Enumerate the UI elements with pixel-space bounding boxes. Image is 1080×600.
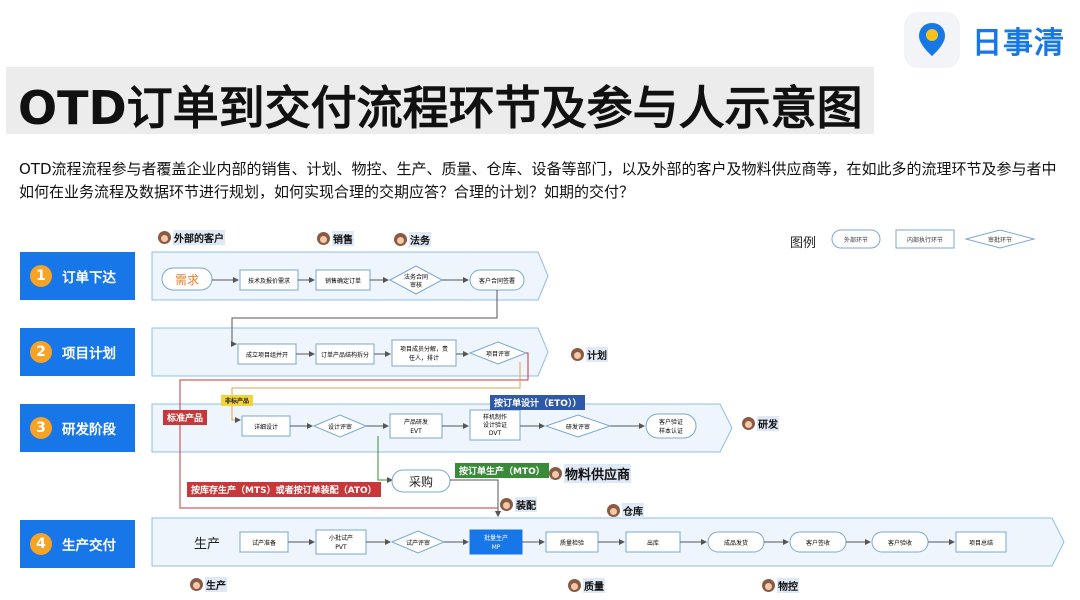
node-trial-review-label: 试产评审 xyxy=(406,539,430,547)
participant-legal: 法务 xyxy=(394,232,431,247)
node-evt-label-2: EVT xyxy=(410,428,422,435)
node-mass-production-label-2: MP xyxy=(492,544,501,551)
node-design-review-label: 设计评审 xyxy=(328,423,352,431)
participant-warehouse: 仓库 xyxy=(607,503,644,518)
legend-internal-label: 内部执行环节 xyxy=(907,236,943,244)
node-rd-review-label: 研发评审 xyxy=(566,423,590,431)
node-project-review-label: 项目评审 xyxy=(486,350,510,358)
avatar-icon xyxy=(500,498,513,511)
node-summary-label: 项目总结 xyxy=(969,539,993,547)
participant-quality: 质量 xyxy=(568,578,605,593)
node-member-assign-label: 项目成员分解，责 xyxy=(400,345,448,353)
avatar-icon xyxy=(394,233,407,246)
node-member-assign xyxy=(391,339,457,367)
node-legal-review-label-2: 审核 xyxy=(410,281,422,289)
node-shipping-label: 成品发货 xyxy=(724,539,748,547)
avatar-icon xyxy=(158,231,171,244)
node-mass-production-label: 批量生产 xyxy=(484,534,508,542)
node-receipt-label: 客户签收 xyxy=(806,539,830,547)
node-contract-sign-label: 客户合同签署 xyxy=(479,277,515,285)
node-member-assign-label-2: 任人，排计 xyxy=(409,354,439,362)
avatar-icon xyxy=(317,232,330,245)
tag-nonstandard: 非标产品 xyxy=(221,395,254,406)
node-dvt-label-2: 设计验证 xyxy=(483,421,507,429)
participant-rd: 研发 xyxy=(742,416,779,431)
avatar-icon xyxy=(742,417,755,430)
node-outbound-label: 出库 xyxy=(647,539,659,547)
tag-mto: 按订单生产（MTO） xyxy=(455,463,549,478)
stage4-production-label: 生产 xyxy=(194,537,220,552)
node-pvt-label: 小批试产 xyxy=(329,534,353,542)
participant-planning: 计划 xyxy=(571,347,608,362)
participant-supplier: 物料供应商 xyxy=(549,464,632,483)
participant-customer: 外部的客户 xyxy=(158,230,225,245)
node-purchase-label: 采购 xyxy=(409,474,433,489)
node-customer-verify-label: 客户验证 xyxy=(659,418,683,426)
node-pvt-label-2: PVT xyxy=(335,544,347,551)
avatar-icon xyxy=(607,504,620,517)
node-sales-confirm-label: 销售确定订单 xyxy=(325,277,361,285)
participant-material-control: 物控 xyxy=(762,578,799,593)
tag-mts-ato: 按库存生产（MTS）或者按订单装配（ATO） xyxy=(187,482,381,497)
node-evt-label: 产品研发 xyxy=(404,418,428,426)
node-tech-quote-label: 技术及报价需求 xyxy=(248,277,290,285)
flow-diagram: 外部环节 内部执行环节 审批环节 需求 技术及报价需求 销售确定订单 法务合同 … xyxy=(151,229,1065,567)
node-acceptance-label: 客户验收 xyxy=(888,539,912,547)
avatar-icon xyxy=(762,579,775,592)
node-customer-verify-label-2: 样本认证 xyxy=(659,427,683,435)
participant-production: 生产 xyxy=(190,577,227,592)
node-legal-review-label: 法务合同 xyxy=(404,273,428,281)
legend-external-label: 外部环节 xyxy=(844,236,868,244)
node-bom-split-label: 订单产品结构拆分 xyxy=(321,351,369,359)
node-project-setup-label: 成立项目组并开 xyxy=(246,351,288,359)
node-dvt-label: 样机制作 xyxy=(483,413,507,421)
avatar-icon xyxy=(568,579,581,592)
node-dvt-label-3: DVT xyxy=(489,430,502,437)
legend-approval-label: 审批环节 xyxy=(988,236,1012,244)
participant-sales: 销售 xyxy=(317,231,354,246)
node-detail-design-label: 详细设计 xyxy=(254,423,278,431)
node-trial-prep-label: 试产准备 xyxy=(252,539,276,547)
tag-eto: 按订单设计（ETO）） xyxy=(490,395,586,410)
participant-assembly: 装配 xyxy=(500,497,537,512)
node-quality-check-label: 质量检验 xyxy=(560,539,584,547)
avatar-icon xyxy=(549,467,562,480)
tag-standard-product: 标准产品 xyxy=(163,410,208,425)
avatar-icon xyxy=(190,578,203,591)
node-demand-label: 需求 xyxy=(175,273,199,287)
avatar-icon xyxy=(571,348,584,361)
